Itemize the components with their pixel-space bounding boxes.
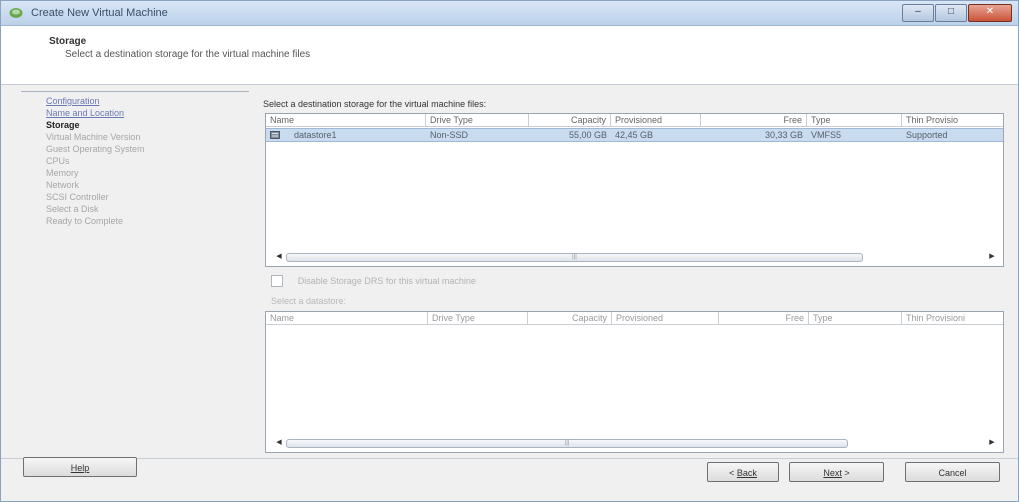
datastore-cluster-table: Name Drive Type Capacity Provisioned Fre… xyxy=(265,311,1004,453)
col-header-thin-provisioning: Thin Provisioni xyxy=(906,313,966,323)
cell-type: VMFS5 xyxy=(811,130,842,140)
cell-name: datastore1 xyxy=(266,129,426,141)
col-header-type[interactable]: Type xyxy=(807,114,902,126)
wizard-header: Storage Select a destination storage for… xyxy=(1,26,1018,85)
nav-step-ready: Ready to Complete xyxy=(46,216,124,226)
cancel-button-label: Cancel xyxy=(938,468,967,478)
col-header-type: Type xyxy=(809,312,902,324)
datastore-table-hscrollbar[interactable]: ◀ ||| ▶ xyxy=(266,250,1003,264)
maximize-icon: □ xyxy=(947,6,955,17)
close-icon: ✕ xyxy=(985,6,995,17)
nav-step-name-and-location[interactable]: Name and Location xyxy=(46,108,251,120)
wizard-steps-nav: Configuration Name and Location Storage … xyxy=(46,96,251,228)
nav-step-configuration[interactable]: Configuration xyxy=(46,96,251,108)
grip-icon: ||| xyxy=(572,254,577,260)
col-header-capacity: Capacity xyxy=(528,312,612,324)
nav-step-scsi-controller: SCSI Controller xyxy=(46,192,109,202)
col-header-free[interactable]: Free xyxy=(701,114,807,126)
vsphere-app-icon xyxy=(9,8,23,18)
nav-step-storage: Storage xyxy=(46,120,80,130)
minimize-button[interactable]: – xyxy=(902,4,934,22)
help-button[interactable]: Help xyxy=(23,457,137,477)
datastore-icon xyxy=(270,131,280,139)
scrollbar-thumb[interactable]: ||| xyxy=(286,253,863,262)
back-arrow-icon: < xyxy=(729,468,737,478)
nav-step-guest-os: Guest Operating System xyxy=(46,144,145,154)
page-title: Storage xyxy=(49,36,87,47)
window-title: Create New Virtual Machine xyxy=(31,7,168,19)
cell-thin-provisioning: Supported xyxy=(906,130,948,140)
create-vm-dialog: Create New Virtual Machine – □ ✕ Storage… xyxy=(0,0,1019,502)
scrollbar-thumb[interactable]: ||| xyxy=(286,439,848,448)
scroll-left-icon[interactable]: ◀ xyxy=(274,251,284,263)
cell-capacity: 55,00 GB xyxy=(568,130,607,140)
col-header-name[interactable]: Name xyxy=(266,114,426,126)
help-button-label: Help xyxy=(70,463,90,473)
page-subtitle: Select a destination storage for the vir… xyxy=(65,49,311,60)
grip-icon: ||| xyxy=(564,440,570,446)
col-header-drive-type: Drive Type xyxy=(428,312,528,324)
col-header-thin-provisioning[interactable]: Thin Provisio xyxy=(902,114,1003,126)
disable-sdrs-row: Disable Storage DRS for this virtual mac… xyxy=(271,275,476,287)
select-datastore-label: Select a datastore: xyxy=(271,296,347,306)
maximize-button[interactable]: □ xyxy=(935,4,967,22)
next-button[interactable]: Next > xyxy=(789,462,884,482)
datastore-table: Name Drive Type Capacity Provisioned Fre… xyxy=(265,113,1004,267)
title-bar[interactable]: Create New Virtual Machine – □ ✕ xyxy=(1,1,1018,26)
table-row[interactable]: datastore1 Non-SSD 55,00 GB 42,45 GB 30,… xyxy=(266,128,1003,142)
col-header-provisioned[interactable]: Provisioned xyxy=(611,114,701,126)
storage-prompt: Select a destination storage for the vir… xyxy=(263,99,487,109)
datastore-table-header: Name Drive Type Capacity Provisioned Fre… xyxy=(266,114,1003,127)
minimize-icon: – xyxy=(915,6,921,17)
back-button[interactable]: < Back xyxy=(707,462,779,482)
col-header-free: Free xyxy=(719,312,809,324)
col-header-capacity[interactable]: Capacity xyxy=(529,114,611,126)
scroll-right-icon[interactable]: ▶ xyxy=(987,251,997,263)
window-controls: – □ ✕ xyxy=(902,4,1012,22)
cell-free: 30,33 GB xyxy=(764,130,803,140)
nav-step-cpus: CPUs xyxy=(46,156,70,166)
nav-divider xyxy=(21,91,249,92)
footer-divider xyxy=(1,458,1018,459)
close-button[interactable]: ✕ xyxy=(968,4,1012,22)
scroll-right-icon[interactable]: ▶ xyxy=(987,437,997,449)
nav-step-memory: Memory xyxy=(46,168,79,178)
disable-sdrs-label: Disable Storage DRS for this virtual mac… xyxy=(297,276,476,286)
scroll-left-icon[interactable]: ◀ xyxy=(274,437,284,449)
cancel-button[interactable]: Cancel xyxy=(905,462,1000,482)
lower-table-hscrollbar[interactable]: ◀ ||| ▶ xyxy=(266,436,1003,450)
next-arrow-icon: > xyxy=(841,468,850,478)
back-button-label: Back xyxy=(736,468,757,478)
lower-table-header: Name Drive Type Capacity Provisioned Fre… xyxy=(266,312,1003,325)
next-button-label: Next xyxy=(823,468,842,478)
nav-step-vm-version: Virtual Machine Version xyxy=(46,132,141,142)
cell-drive-type: Non-SSD xyxy=(430,130,469,140)
col-header-name: Name xyxy=(266,312,428,324)
disable-sdrs-checkbox[interactable] xyxy=(271,275,283,287)
datastore-name: datastore1 xyxy=(294,130,337,140)
col-header-drive-type[interactable]: Drive Type xyxy=(426,114,529,126)
cell-provisioned: 42,45 GB xyxy=(615,130,654,140)
nav-step-select-disk: Select a Disk xyxy=(46,204,99,214)
nav-step-network: Network xyxy=(46,180,80,190)
col-header-provisioned: Provisioned xyxy=(612,312,719,324)
